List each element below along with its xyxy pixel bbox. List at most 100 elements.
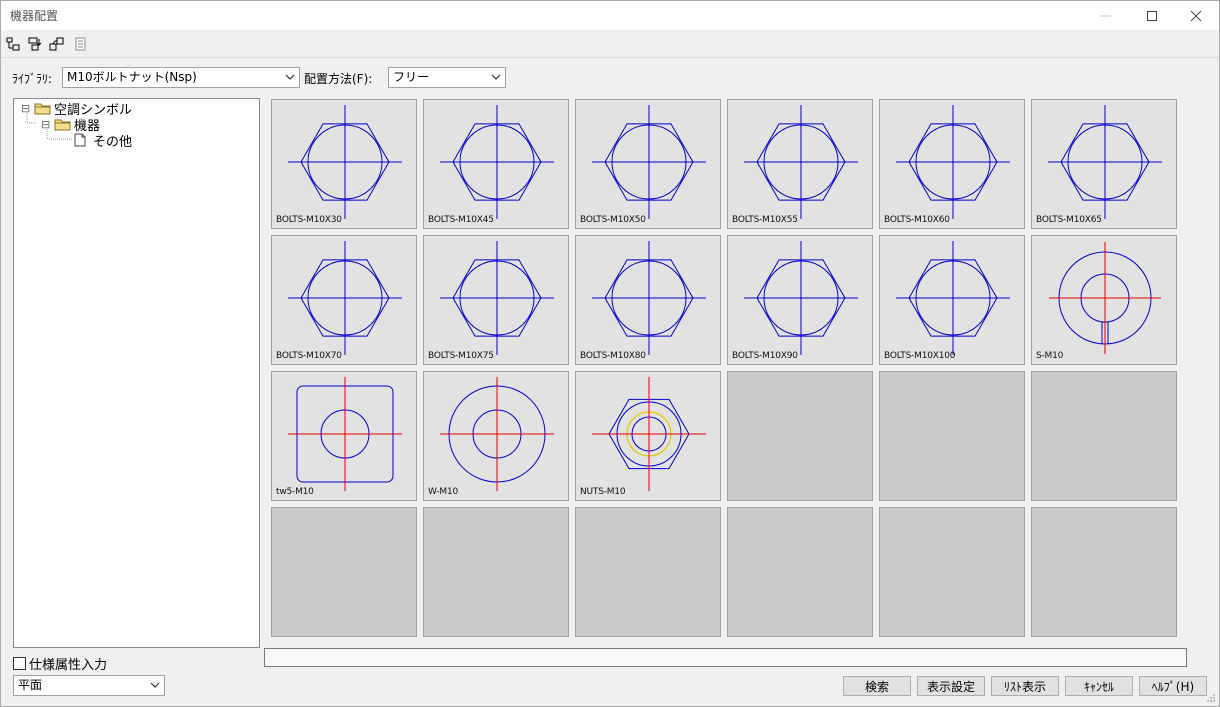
tree-expander[interactable]: ⊟ <box>21 102 34 115</box>
empty-symbol-cell <box>879 507 1025 637</box>
tree-item-equipment[interactable]: ⊟ 機器 <box>41 116 100 134</box>
symbol-name: BOLTS-M10X45 <box>428 215 494 225</box>
bolt-symbol-icon <box>896 241 1010 355</box>
link-button[interactable] <box>47 34 67 54</box>
library-value: M10ボルトナット(Nsp) <box>67 70 197 84</box>
symbol-name: BOLTS-M10X65 <box>1036 215 1102 225</box>
symbol-cell[interactable]: BOLTS-M10X50 <box>575 99 721 229</box>
empty-symbol-cell <box>423 507 569 637</box>
placement-value: フリー <box>393 70 430 84</box>
equipment-placement-window: 機器配置 ﾗｲﾌﾞﾗﾘ: M10ボルトナット(Nsp) 配置方法(F): フリー… <box>0 0 1220 707</box>
chevron-down-icon <box>285 74 295 80</box>
symbol-cell[interactable]: BOLTS-M10X60 <box>879 99 1025 229</box>
spec-attribute-label: 仕様属性入力 <box>29 658 108 673</box>
bolt-symbol-icon <box>896 105 1010 219</box>
symbol-cell[interactable]: BOLTS-M10X90 <box>727 235 873 365</box>
title-bar: 機器配置 <box>1 1 1219 30</box>
minimize-button[interactable] <box>1083 1 1129 30</box>
library-tree[interactable]: ⊟ 空調シンボル ⊟ 機器 その他 <box>13 98 260 648</box>
bolt-symbol-icon <box>440 105 554 219</box>
spec-attribute-checkbox[interactable]: 仕様属性入力 <box>13 654 107 673</box>
chevron-down-icon <box>491 74 501 80</box>
symbol-cell[interactable]: BOLTS-M10X75 <box>423 235 569 365</box>
washer-symbol-icon <box>440 377 554 491</box>
bolt-symbol-icon <box>744 241 858 355</box>
symbol-name: BOLTS-M10X80 <box>580 351 646 361</box>
toolbar <box>1 30 1219 58</box>
status-field <box>264 648 1187 667</box>
symbol-name: BOLTS-M10X90 <box>732 351 798 361</box>
help-button[interactable]: ﾍﾙﾌﾟ(H) <box>1139 676 1207 696</box>
bolt-symbol-icon <box>440 241 554 355</box>
bolt-symbol-icon <box>744 105 858 219</box>
display-settings-button[interactable]: 表示設定 <box>917 676 985 696</box>
symbol-name: BOLTS-M10X60 <box>884 215 950 225</box>
bolt-symbol-icon <box>1048 105 1162 219</box>
maximize-button[interactable] <box>1129 1 1175 30</box>
empty-symbol-cell <box>1031 507 1177 637</box>
symbol-name: BOLTS-M10X75 <box>428 351 494 361</box>
view-value: 平面 <box>18 678 43 692</box>
close-button[interactable] <box>1173 1 1219 30</box>
library-label: ﾗｲﾌﾞﾗﾘ: <box>12 72 53 86</box>
symbol-name: BOLTS-M10X100 <box>884 351 956 361</box>
empty-symbol-cell <box>727 507 873 637</box>
symbol-name: tw5-M10 <box>276 487 314 497</box>
bolt-symbol-icon <box>288 241 402 355</box>
symbol-cell[interactable]: BOLTS-M10X30 <box>271 99 417 229</box>
symbol-name: BOLTS-M10X50 <box>580 215 646 225</box>
symbol-cell[interactable]: BOLTS-M10X45 <box>423 99 569 229</box>
square-washer-symbol-icon <box>288 377 402 491</box>
minimize-icon <box>1101 15 1111 16</box>
tree-item-other[interactable]: その他 <box>73 132 133 150</box>
view-select[interactable]: 平面 <box>13 675 165 696</box>
library-select[interactable]: M10ボルトナット(Nsp) <box>62 67 300 88</box>
nut-symbol-icon <box>592 377 706 491</box>
document-button[interactable] <box>71 34 91 54</box>
symbol-name: BOLTS-M10X70 <box>276 351 342 361</box>
symbol-cell[interactable]: BOLTS-M10X55 <box>727 99 873 229</box>
collapse-tree-button[interactable] <box>25 34 45 54</box>
cancel-button[interactable]: ｷｬﾝｾﾙ <box>1065 676 1133 696</box>
chevron-down-icon <box>150 682 160 688</box>
symbol-name: NUTS-M10 <box>580 487 626 497</box>
tree-collapse-icon <box>28 37 42 51</box>
symbol-cell[interactable]: S-M10 <box>1031 235 1177 365</box>
document-icon <box>75 37 86 51</box>
empty-symbol-cell <box>1031 371 1177 501</box>
symbol-cell[interactable]: BOLTS-M10X80 <box>575 235 721 365</box>
bolt-symbol-icon <box>288 105 402 219</box>
symbol-name: BOLTS-M10X55 <box>732 215 798 225</box>
expand-tree-button[interactable] <box>3 34 23 54</box>
close-icon <box>1190 10 1202 21</box>
symbol-cell[interactable]: NUTS-M10 <box>575 371 721 501</box>
symbol-cell[interactable]: tw5-M10 <box>271 371 417 501</box>
folder-icon <box>34 103 51 115</box>
symbol-cell[interactable]: BOLTS-M10X65 <box>1031 99 1177 229</box>
symbol-cell[interactable]: BOLTS-M10X70 <box>271 235 417 365</box>
symbol-cell[interactable]: W-M10 <box>423 371 569 501</box>
symbol-name: W-M10 <box>428 487 458 497</box>
empty-symbol-cell <box>727 371 873 501</box>
link-icon <box>49 37 64 51</box>
file-icon <box>74 133 86 147</box>
list-view-button[interactable]: ﾘｽﾄ表示 <box>991 676 1059 696</box>
bolt-symbol-icon <box>592 241 706 355</box>
placement-select[interactable]: フリー <box>388 67 506 88</box>
maximize-icon <box>1147 10 1157 21</box>
tree-expand-icon <box>6 37 20 51</box>
spring-washer-symbol-icon <box>1049 242 1161 354</box>
tree-item-label: その他 <box>93 134 133 150</box>
resize-grip-icon[interactable] <box>1206 693 1216 703</box>
search-button[interactable]: 検索 <box>843 676 911 696</box>
empty-symbol-cell <box>575 507 721 637</box>
placement-label: 配置方法(F): <box>304 72 373 86</box>
tree-expander[interactable]: ⊟ <box>41 118 54 131</box>
bolt-symbol-icon <box>592 105 706 219</box>
symbol-name: S-M10 <box>1036 351 1064 361</box>
empty-symbol-cell <box>879 371 1025 501</box>
symbol-name: BOLTS-M10X30 <box>276 215 342 225</box>
symbol-cell[interactable]: BOLTS-M10X100 <box>879 235 1025 365</box>
empty-symbol-cell <box>271 507 417 637</box>
checkbox-box[interactable] <box>13 657 26 670</box>
